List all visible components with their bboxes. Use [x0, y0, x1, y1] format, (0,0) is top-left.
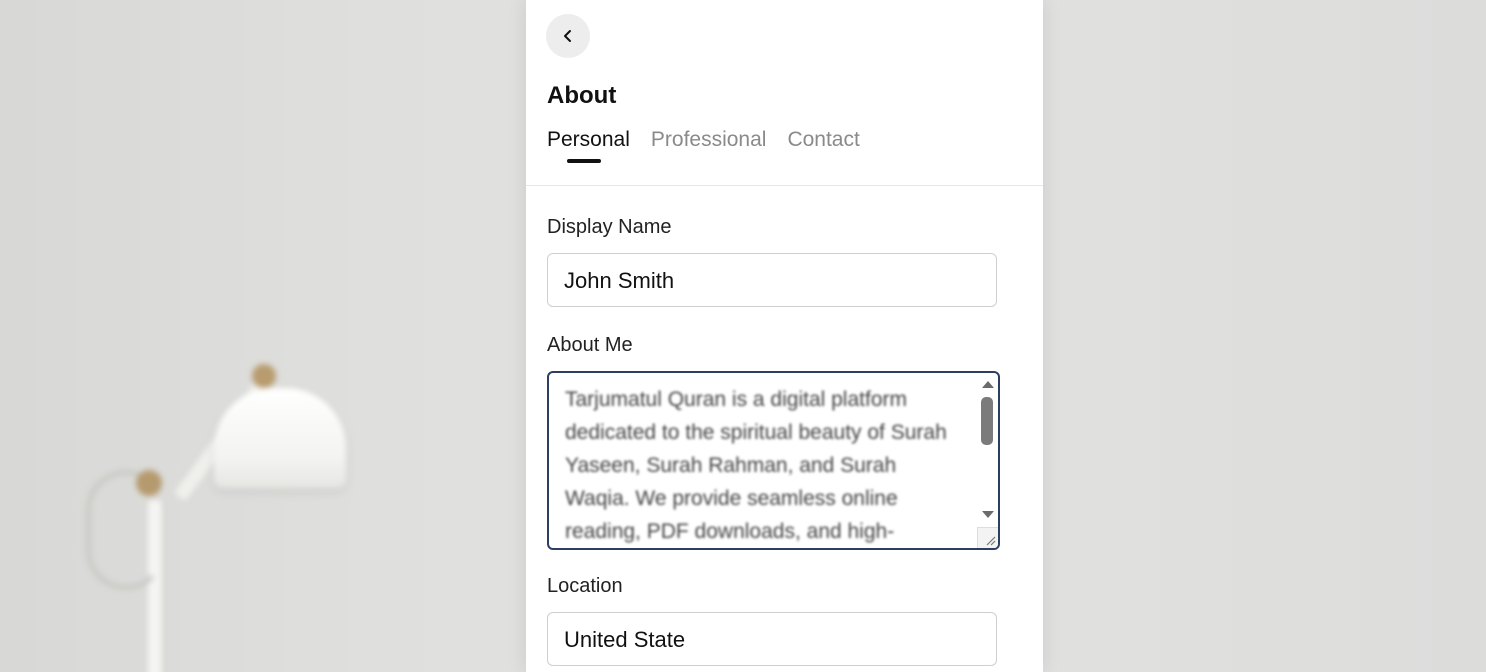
about-me-label: About Me — [547, 334, 633, 356]
background-lamp-image — [0, 0, 520, 672]
page-title: About — [547, 82, 617, 109]
about-me-text: Tarjumatul Quran is a digital platform d… — [565, 388, 947, 543]
resize-handle-icon[interactable] — [977, 527, 998, 548]
chevron-left-icon — [564, 30, 571, 42]
scroll-down-arrow-icon[interactable] — [982, 511, 994, 518]
display-name-input[interactable]: John Smith — [547, 253, 997, 307]
tab-personal[interactable]: Personal — [547, 128, 630, 163]
scroll-thumb[interactable] — [981, 397, 993, 445]
location-label: Location — [547, 575, 623, 597]
about-me-textarea[interactable]: Tarjumatul Quran is a digital platform d… — [547, 371, 1000, 550]
display-name-label: Display Name — [547, 216, 672, 238]
about-panel: About Personal Professional Contact Disp… — [526, 0, 1043, 672]
tab-bar: Personal Professional Contact — [547, 128, 860, 163]
tab-professional[interactable]: Professional — [651, 128, 767, 152]
back-button[interactable] — [546, 14, 590, 58]
tab-divider — [526, 185, 1043, 186]
location-input[interactable]: United State — [547, 612, 997, 666]
scroll-up-arrow-icon[interactable] — [982, 381, 994, 388]
tab-contact[interactable]: Contact — [787, 128, 859, 152]
textarea-scrollbar[interactable] — [978, 373, 998, 548]
